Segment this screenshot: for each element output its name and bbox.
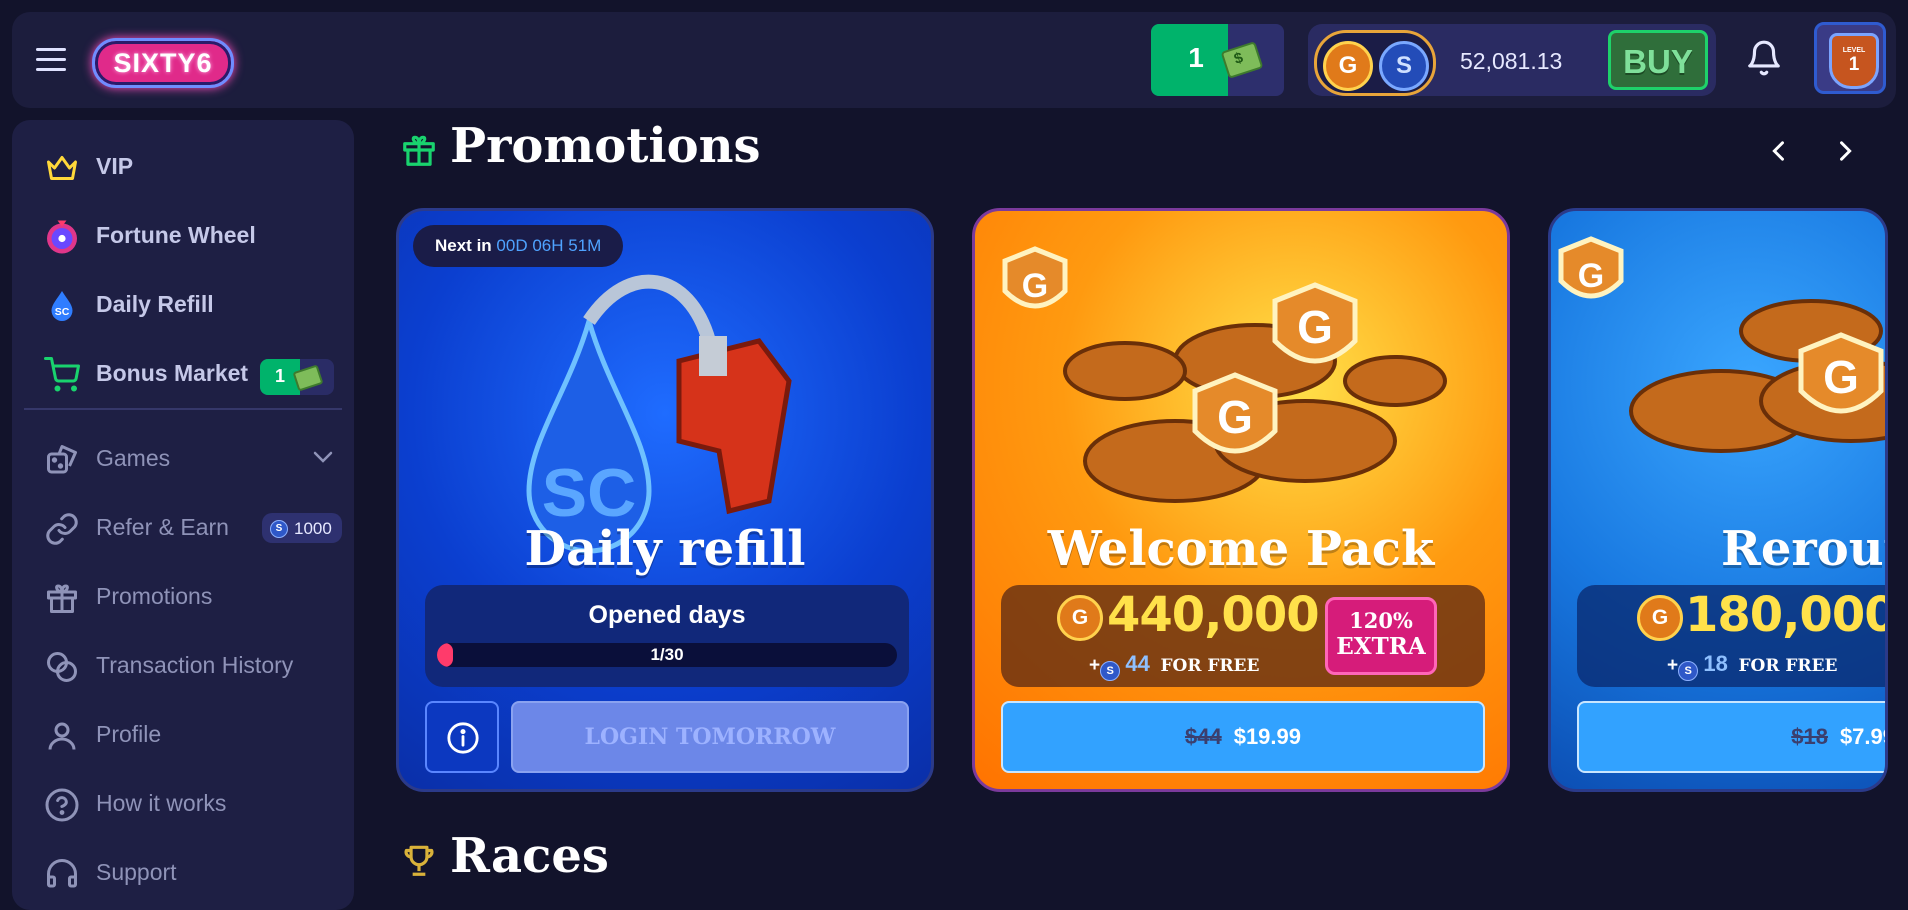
chevron-down-icon[interactable] xyxy=(312,450,334,464)
gift-icon xyxy=(47,584,77,613)
question-icon xyxy=(45,788,79,822)
reroute-card[interactable]: G G Rerout G 180,000 + S 18 FOR FREE $18 $… xyxy=(1548,208,1888,792)
welcome-pack-title: Welcome Pack xyxy=(1047,521,1435,577)
coins-history-icon xyxy=(47,652,77,682)
welcome-pack-card[interactable]: G G G Welcome Pack G 440,000 + S 44 FOR F… xyxy=(972,208,1510,792)
welcome-pack-buy-button[interactable]: $44 $19.99 xyxy=(1001,701,1485,773)
carousel-next-icon[interactable] xyxy=(1831,136,1859,166)
carousel-prev-icon[interactable] xyxy=(1765,136,1793,166)
gift-icon xyxy=(403,135,435,166)
dice-icon xyxy=(47,445,77,474)
progress-text: 1/30 xyxy=(650,645,684,664)
sidebar-item-how-it-works[interactable]: How it works xyxy=(30,773,350,833)
daily-refill-title: Daily refill xyxy=(524,521,806,577)
reroute-title: Rerout xyxy=(1721,521,1888,577)
bonus-market-badge: 1 xyxy=(260,359,334,395)
reroute-price-box: G 180,000 + S 18 FOR FREE xyxy=(1577,585,1888,687)
extra-badge: 120% EXTRA xyxy=(1325,597,1437,675)
fuel-pump-illustration: SC xyxy=(526,274,792,554)
headset-icon xyxy=(47,859,77,888)
svg-text:G: G xyxy=(1578,257,1604,295)
login-tomorrow-button[interactable]: LOGIN TOMORROW xyxy=(511,701,909,773)
sidebar-item-label: Support xyxy=(96,859,177,885)
buy-button[interactable]: BUY xyxy=(1608,30,1708,90)
currency-toggle[interactable]: G S xyxy=(1314,30,1436,96)
sidebar-item-label: VIP xyxy=(96,153,134,179)
sidebar-item-daily-refill[interactable]: SC Daily Refill xyxy=(30,274,350,334)
sidebar-item-label: Daily Refill xyxy=(96,291,214,317)
sidebar-item-support[interactable]: Support xyxy=(30,842,350,902)
sidebar-item-label: Bonus Market xyxy=(96,360,249,386)
balance-amount: 52,081.13 xyxy=(1460,48,1563,74)
opened-days-progress: 1/30 xyxy=(437,643,897,667)
user-icon xyxy=(48,722,76,750)
svg-text:SC: SC xyxy=(55,306,70,318)
races-title: Races xyxy=(450,828,609,884)
info-icon xyxy=(447,722,479,754)
sidebar-item-bonus-market[interactable]: Bonus Market 1 xyxy=(30,343,350,403)
new-price: $19.99 xyxy=(1233,724,1301,749)
svg-text:G: G xyxy=(1022,267,1048,305)
level-badge: LEVEL 1 xyxy=(1829,33,1879,89)
reroute-gc-amount: 180,000 xyxy=(1685,587,1888,643)
sidebar-item-profile[interactable]: Profile xyxy=(30,704,350,764)
drop-sc-label: SC xyxy=(542,455,636,531)
opened-days-label: Opened days xyxy=(588,601,746,629)
bonus-ticket-button[interactable]: 1 xyxy=(1151,24,1284,96)
promotions-title: Promotions xyxy=(450,118,761,174)
info-button[interactable] xyxy=(425,701,499,773)
new-price: $7.99 xyxy=(1839,724,1885,749)
reroute-sc-bonus: + S 18 FOR FREE xyxy=(1667,651,1837,681)
sidebar-item-transaction-history[interactable]: Transaction History xyxy=(30,635,350,695)
sidebar-item-refer-earn[interactable]: Refer & Earn S 1000 xyxy=(30,497,350,557)
sidebar-item-label: Fortune Wheel xyxy=(96,222,256,248)
level-number: 1 xyxy=(1848,53,1860,75)
welcome-pack-price-box: G 440,000 + S 44 FOR FREE 120% EXTRA xyxy=(1001,585,1485,687)
logo[interactable]: SIXTY6 xyxy=(92,38,234,88)
trophy-icon xyxy=(404,845,434,876)
menu-icon[interactable] xyxy=(36,48,66,72)
sidebar-item-promotions[interactable]: Promotions xyxy=(30,566,350,626)
gold-coin-icon: G xyxy=(1057,595,1103,641)
sidebar-item-label: Transaction History xyxy=(96,652,294,678)
welcome-sc-bonus: + S 44 FOR FREE xyxy=(1089,651,1259,681)
bell-icon[interactable] xyxy=(1745,38,1783,78)
wheel-icon xyxy=(47,220,77,254)
old-price: $18 xyxy=(1791,724,1828,749)
refer-reward-badge: S 1000 xyxy=(262,513,342,543)
welcome-gc-amount: 440,000 xyxy=(1107,587,1320,643)
crown-icon xyxy=(47,156,77,180)
old-price: $44 xyxy=(1184,724,1222,749)
coin-stack-illustration: G G xyxy=(1558,236,1885,453)
sc-drop-icon: SC xyxy=(51,291,73,321)
cart-icon xyxy=(44,357,80,392)
sidebar-item-label: Promotions xyxy=(96,583,213,609)
sidebar-item-label: Games xyxy=(96,445,171,471)
daily-refill-card[interactable]: Next in 00D 06H 51M SC Daily refill Open… xyxy=(396,208,934,792)
link-icon xyxy=(46,513,78,545)
opened-days-box: Opened days 1/30 xyxy=(425,585,909,687)
sweeps-coin-icon: S xyxy=(1100,661,1121,681)
svg-text:G: G xyxy=(1217,391,1253,443)
wallet: G S 52,081.13 BUY xyxy=(1308,24,1716,96)
svg-text:G: G xyxy=(1823,351,1859,403)
sidebar-divider xyxy=(24,408,342,410)
sidebar-item-games[interactable]: Games xyxy=(30,428,350,488)
sidebar-item-vip[interactable]: VIP xyxy=(30,136,350,196)
gold-coin-icon: G xyxy=(1323,41,1373,91)
sidebar-item-label: Profile xyxy=(96,721,162,747)
reroute-buy-button[interactable]: $18 $7.99 xyxy=(1577,701,1885,773)
svg-text:G: G xyxy=(1297,301,1333,353)
gold-coin-icon: G xyxy=(1637,595,1683,641)
sidebar: VIP Fortune Wheel SC Daily Refill Bonus … xyxy=(12,120,354,910)
sidebar-item-fortune-wheel[interactable]: Fortune Wheel xyxy=(30,205,350,265)
sidebar-item-label: Refer & Earn xyxy=(96,514,229,540)
sweeps-coin-icon: S xyxy=(1379,41,1429,91)
coin-stack-illustration: G G G xyxy=(1002,246,1447,503)
sidebar-item-label: How it works xyxy=(96,790,227,816)
sweeps-coin-icon: S xyxy=(1678,661,1699,681)
sweeps-coin-icon: S xyxy=(270,520,288,538)
level-avatar[interactable]: LEVEL 1 xyxy=(1814,22,1886,94)
